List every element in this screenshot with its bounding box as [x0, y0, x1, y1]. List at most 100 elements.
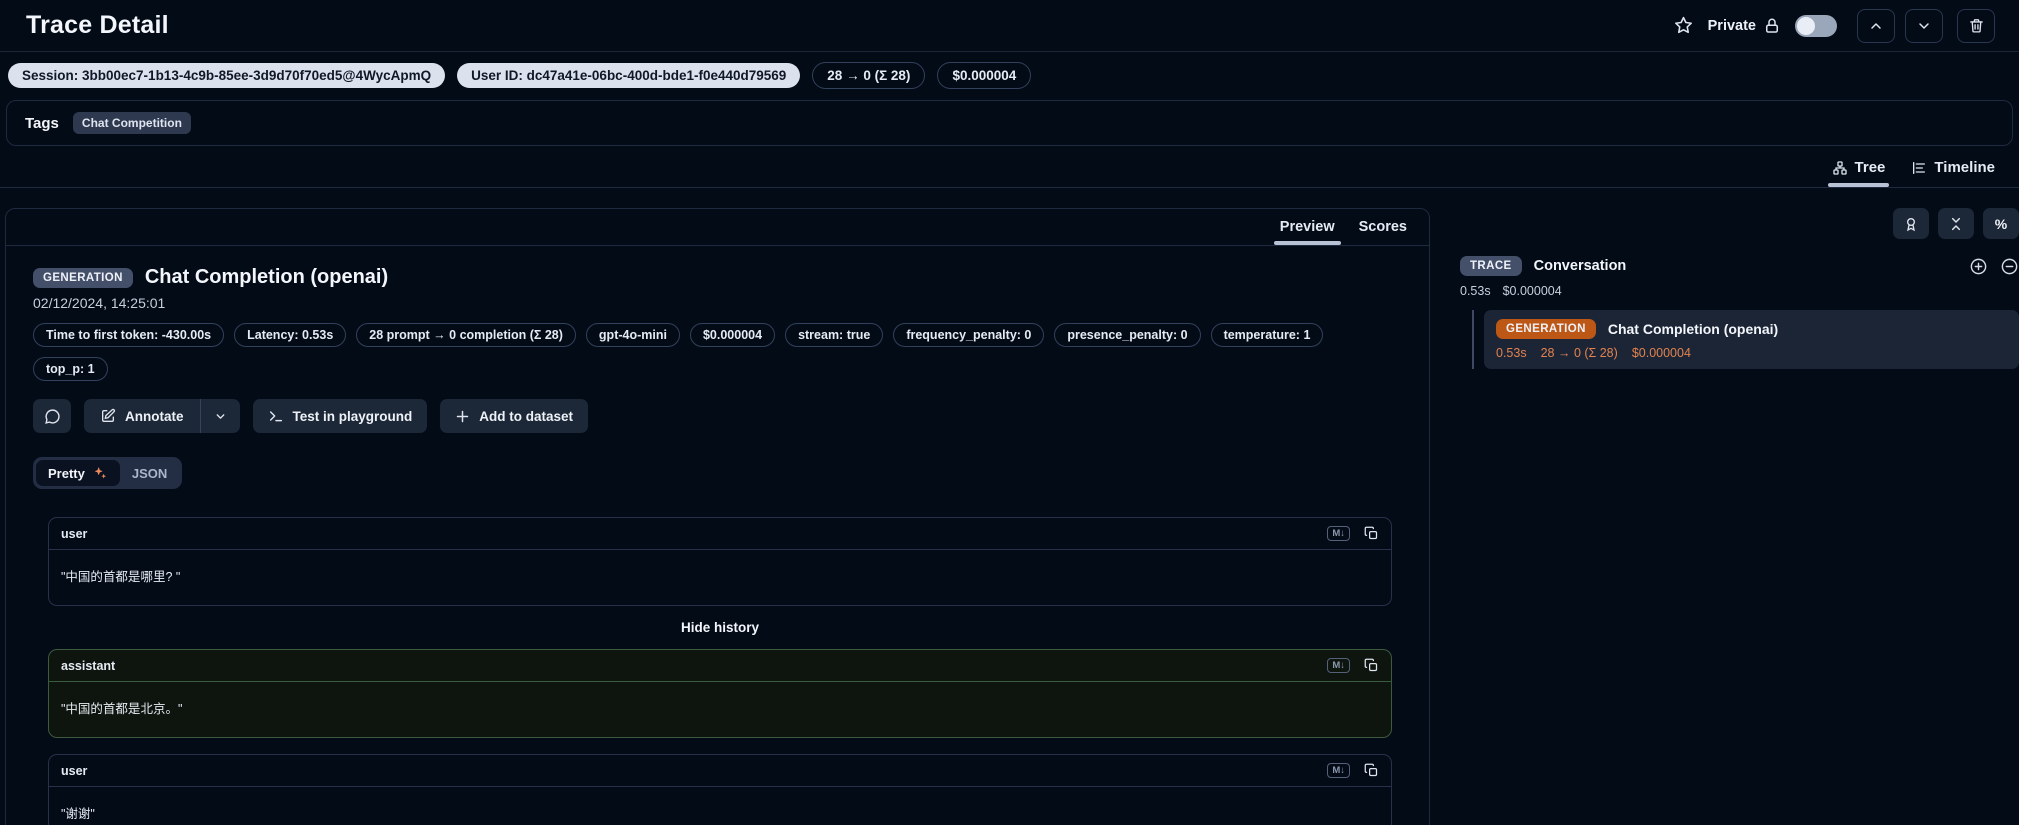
sparkles-icon [92, 465, 108, 481]
message-role: assistant [61, 659, 115, 673]
tab-timeline[interactable]: Timeline [1911, 152, 1995, 187]
token-count-badge: 28 prompt → 0 completion (Σ 28) [356, 323, 576, 347]
observation-meta-badges: Time to first token: -430.00s Latency: 0… [33, 323, 1373, 381]
add-to-dataset-label: Add to dataset [479, 409, 573, 424]
trace-type-badge: TRACE [1460, 256, 1522, 276]
json-toggle[interactable]: JSON [120, 461, 179, 486]
privacy-label: Private [1708, 18, 1756, 34]
message-role: user [61, 764, 87, 778]
pretty-label: Pretty [48, 466, 85, 481]
metrics-percent-button[interactable]: % [1983, 208, 2019, 239]
message-header: user M↓ [49, 518, 1391, 550]
collapse-all-button[interactable] [1938, 208, 1974, 239]
format-toggle: Pretty JSON [33, 457, 182, 489]
privacy-toggle[interactable] [1795, 15, 1837, 37]
scores-award-button[interactable] [1893, 208, 1929, 239]
terminal-icon [268, 408, 284, 424]
hide-history-button[interactable]: Hide history [48, 620, 1392, 635]
timeline-icon [1911, 160, 1927, 176]
comments-button[interactable] [33, 399, 71, 433]
presence-penalty-badge: presence_penalty: 0 [1054, 323, 1200, 347]
trace-root-row[interactable]: TRACE Conversation [1460, 256, 2019, 276]
copy-icon[interactable] [1364, 526, 1379, 541]
trace-latency: 0.53s [1460, 284, 1491, 298]
tree-children: GENERATION Chat Completion (openai) 0.53… [1472, 310, 2019, 369]
observation-panel: Preview Scores GENERATION Chat Completio… [5, 208, 1430, 825]
annotate-button[interactable]: Annotate [84, 399, 200, 433]
message-content: "中国的首都是北京。" [49, 682, 1391, 737]
markdown-toggle-icon[interactable]: M↓ [1327, 763, 1350, 778]
test-in-playground-label: Test in playground [293, 409, 413, 424]
tab-scores[interactable]: Scores [1359, 209, 1407, 245]
trace-badge-row: Session: 3bb00ec7-1b13-4c9b-85ee-3d9d70f… [0, 52, 2019, 96]
delete-trace-button[interactable] [1957, 9, 1995, 43]
generation-tree-row[interactable]: GENERATION Chat Completion (openai) 0.53… [1484, 310, 2019, 369]
privacy-control: Private [1708, 17, 1781, 35]
generation-metrics: 0.53s 28 → 0 (Σ 28) $0.000004 [1496, 346, 2007, 360]
user-id-badge[interactable]: User ID: dc47a41e-06bc-400d-bde1-f0e440d… [457, 63, 800, 88]
tag-chip[interactable]: Chat Competition [73, 112, 191, 134]
message-content: "谢谢" [49, 787, 1391, 825]
frequency-penalty-badge: frequency_penalty: 0 [893, 323, 1044, 347]
annotate-dropdown-button[interactable] [200, 399, 240, 433]
cost-badge: $0.000004 [690, 323, 775, 347]
trace-metrics: 0.53s $0.000004 [1460, 284, 2019, 298]
token-usage-badge: 28 → 0 (Σ 28) [812, 62, 925, 89]
temperature-badge: temperature: 1 [1211, 323, 1324, 347]
model-badge: gpt-4o-mini [586, 323, 680, 347]
trace-cost: $0.000004 [1503, 284, 1562, 298]
message-role: user [61, 527, 87, 541]
award-icon [1903, 216, 1919, 232]
copy-icon[interactable] [1364, 658, 1379, 673]
page-title: Trace Detail [26, 11, 169, 40]
copy-icon[interactable] [1364, 763, 1379, 778]
generation-cost: $0.000004 [1632, 346, 1691, 360]
panel-tabs: Preview Scores [6, 209, 1429, 246]
message-content: "中国的首都是哪里? " [49, 550, 1391, 605]
session-badge[interactable]: Session: 3bb00ec7-1b13-4c9b-85ee-3d9d70f… [8, 63, 445, 88]
generation-row-header: GENERATION Chat Completion (openai) [1496, 319, 2007, 339]
stream-badge: stream: true [785, 323, 883, 347]
tab-tree-label: Tree [1855, 159, 1886, 176]
tags-container: Tags Chat Competition [6, 100, 2013, 146]
edit-icon [100, 408, 116, 424]
lock-icon [1763, 17, 1781, 35]
page-header: Trace Detail Private [0, 0, 2019, 52]
tab-timeline-label: Timeline [1934, 159, 1995, 176]
plus-icon [455, 409, 470, 424]
bookmark-star-icon[interactable] [1673, 15, 1694, 36]
add-to-dataset-button[interactable]: Add to dataset [440, 399, 588, 433]
message-user-1: user M↓ "中国的首都是哪里? " [48, 517, 1392, 606]
cost-badge: $0.000004 [937, 62, 1031, 89]
message-tools: M↓ [1327, 763, 1379, 778]
top-p-badge: top_p: 1 [33, 357, 108, 381]
main-content: Preview Scores GENERATION Chat Completio… [0, 208, 2019, 825]
generation-type-badge: GENERATION [1496, 319, 1596, 339]
markdown-toggle-icon[interactable]: M↓ [1327, 526, 1350, 541]
message-header: user M↓ [49, 755, 1391, 787]
collapse-minus-icon[interactable] [2000, 257, 2019, 276]
message-assistant: assistant M↓ "中国的首都是北京。" [48, 649, 1392, 738]
pretty-toggle[interactable]: Pretty [36, 460, 120, 486]
previous-trace-button[interactable] [1857, 9, 1895, 43]
observation-type-badge: GENERATION [33, 268, 133, 288]
next-trace-button[interactable] [1905, 9, 1943, 43]
collapse-icon [1948, 216, 1964, 232]
observation-timestamp: 02/12/2024, 14:25:01 [33, 295, 1402, 311]
tree-icon [1832, 160, 1848, 176]
markdown-toggle-icon[interactable]: M↓ [1327, 658, 1350, 673]
annotate-split-button: Annotate [84, 399, 240, 433]
toggle-thumb [1797, 17, 1815, 35]
message-list: user M↓ "中国的首都是哪里? " Hide history assist… [33, 517, 1402, 825]
tab-preview[interactable]: Preview [1280, 209, 1335, 245]
trace-name: Conversation [1534, 258, 1627, 274]
nav-buttons [1857, 9, 1943, 43]
time-to-first-token-badge: Time to first token: -430.00s [33, 323, 224, 347]
observation-header: GENERATION Chat Completion (openai) [33, 266, 1402, 289]
expand-plus-icon[interactable] [1969, 257, 1988, 276]
latency-badge: Latency: 0.53s [234, 323, 346, 347]
tab-tree[interactable]: Tree [1832, 152, 1886, 187]
observation-title: Chat Completion (openai) [145, 266, 388, 289]
test-in-playground-button[interactable]: Test in playground [253, 399, 428, 433]
message-user-2: user M↓ "谢谢" [48, 754, 1392, 825]
